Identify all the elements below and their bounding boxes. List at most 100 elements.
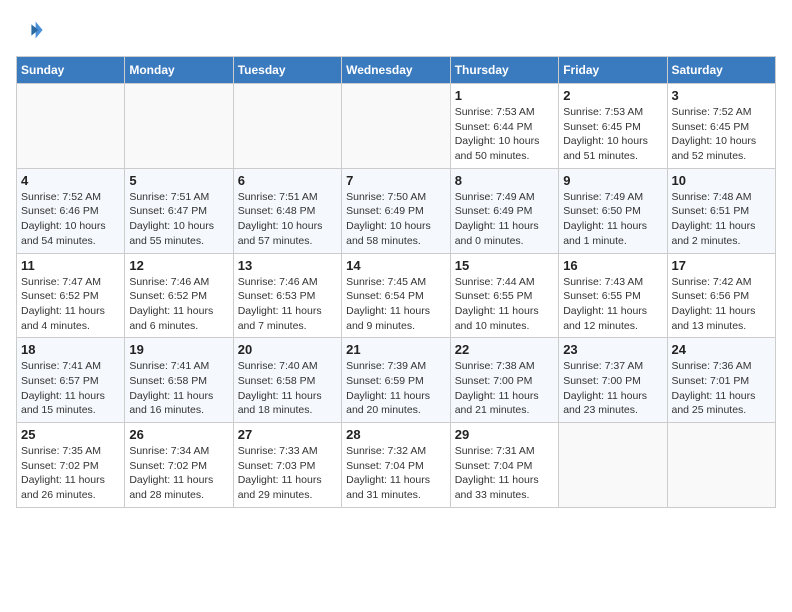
day-info: Sunrise: 7:49 AM Sunset: 6:49 PM Dayligh…	[455, 190, 554, 249]
calendar-week-row: 4 Sunrise: 7:52 AM Sunset: 6:46 PM Daylig…	[17, 168, 776, 253]
day-number: 3	[672, 88, 772, 103]
calendar-cell	[559, 423, 667, 508]
calendar-cell: 23 Sunrise: 7:37 AM Sunset: 7:00 PM Dayli…	[559, 338, 667, 423]
calendar-cell	[667, 423, 776, 508]
logo	[16, 16, 48, 44]
day-info: Sunrise: 7:49 AM Sunset: 6:50 PM Dayligh…	[563, 190, 662, 249]
day-info: Sunrise: 7:31 AM Sunset: 7:04 PM Dayligh…	[455, 444, 554, 503]
day-number: 5	[129, 173, 228, 188]
day-info: Sunrise: 7:36 AM Sunset: 7:01 PM Dayligh…	[672, 359, 772, 418]
calendar-cell: 24 Sunrise: 7:36 AM Sunset: 7:01 PM Dayli…	[667, 338, 776, 423]
calendar-cell: 26Sunrise: 7:34 AM Sunset: 7:02 PM Dayli…	[125, 423, 233, 508]
day-info: Sunrise: 7:52 AM Sunset: 6:46 PM Dayligh…	[21, 190, 120, 249]
calendar-cell: 3 Sunrise: 7:52 AM Sunset: 6:45 PM Daylig…	[667, 84, 776, 169]
weekday-header-wednesday: Wednesday	[342, 57, 451, 84]
calendar-cell: 21Sunrise: 7:39 AM Sunset: 6:59 PM Dayli…	[342, 338, 451, 423]
calendar-cell	[17, 84, 125, 169]
day-info: Sunrise: 7:53 AM Sunset: 6:45 PM Dayligh…	[563, 105, 662, 164]
day-number: 7	[346, 173, 446, 188]
calendar-week-row: 18 Sunrise: 7:41 AM Sunset: 6:57 PM Dayli…	[17, 338, 776, 423]
day-number: 4	[21, 173, 120, 188]
calendar-cell: 13Sunrise: 7:46 AM Sunset: 6:53 PM Dayli…	[233, 253, 341, 338]
calendar-week-row: 1 Sunrise: 7:53 AM Sunset: 6:44 PM Daylig…	[17, 84, 776, 169]
calendar-cell: 8 Sunrise: 7:49 AM Sunset: 6:49 PM Daylig…	[450, 168, 558, 253]
weekday-header-monday: Monday	[125, 57, 233, 84]
weekday-header-friday: Friday	[559, 57, 667, 84]
day-number: 27	[238, 427, 337, 442]
calendar-cell	[233, 84, 341, 169]
day-info: Sunrise: 7:53 AM Sunset: 6:44 PM Dayligh…	[455, 105, 554, 164]
day-number: 11	[21, 258, 120, 273]
weekday-header-tuesday: Tuesday	[233, 57, 341, 84]
day-number: 19	[129, 342, 228, 357]
day-number: 12	[129, 258, 228, 273]
calendar-cell: 2 Sunrise: 7:53 AM Sunset: 6:45 PM Daylig…	[559, 84, 667, 169]
day-info: Sunrise: 7:43 AM Sunset: 6:55 PM Dayligh…	[563, 275, 662, 334]
day-info: Sunrise: 7:33 AM Sunset: 7:03 PM Dayligh…	[238, 444, 337, 503]
calendar-cell: 28 Sunrise: 7:32 AM Sunset: 7:04 PM Dayli…	[342, 423, 451, 508]
day-info: Sunrise: 7:48 AM Sunset: 6:51 PM Dayligh…	[672, 190, 772, 249]
day-number: 28	[346, 427, 446, 442]
calendar-cell: 1 Sunrise: 7:53 AM Sunset: 6:44 PM Daylig…	[450, 84, 558, 169]
day-number: 9	[563, 173, 662, 188]
day-info: Sunrise: 7:46 AM Sunset: 6:52 PM Dayligh…	[129, 275, 228, 334]
calendar-cell: 7 Sunrise: 7:50 AM Sunset: 6:49 PM Daylig…	[342, 168, 451, 253]
day-info: Sunrise: 7:38 AM Sunset: 7:00 PM Dayligh…	[455, 359, 554, 418]
day-number: 6	[238, 173, 337, 188]
header	[16, 16, 776, 44]
calendar-cell	[342, 84, 451, 169]
day-number: 15	[455, 258, 554, 273]
calendar-cell: 12 Sunrise: 7:46 AM Sunset: 6:52 PM Dayli…	[125, 253, 233, 338]
day-info: Sunrise: 7:42 AM Sunset: 6:56 PM Dayligh…	[672, 275, 772, 334]
calendar-cell: 25 Sunrise: 7:35 AM Sunset: 7:02 PM Dayli…	[17, 423, 125, 508]
calendar-cell: 11 Sunrise: 7:47 AM Sunset: 6:52 PM Dayli…	[17, 253, 125, 338]
day-info: Sunrise: 7:44 AM Sunset: 6:55 PM Dayligh…	[455, 275, 554, 334]
day-info: Sunrise: 7:35 AM Sunset: 7:02 PM Dayligh…	[21, 444, 120, 503]
day-number: 25	[21, 427, 120, 442]
calendar-cell: 14 Sunrise: 7:45 AM Sunset: 6:54 PM Dayli…	[342, 253, 451, 338]
day-info: Sunrise: 7:45 AM Sunset: 6:54 PM Dayligh…	[346, 275, 446, 334]
day-info: Sunrise: 7:37 AM Sunset: 7:00 PM Dayligh…	[563, 359, 662, 418]
calendar-table: SundayMondayTuesdayWednesdayThursdayFrid…	[16, 56, 776, 508]
day-info: Sunrise: 7:39 AM Sunset: 6:59 PM Dayligh…	[346, 359, 446, 418]
calendar-cell: 4 Sunrise: 7:52 AM Sunset: 6:46 PM Daylig…	[17, 168, 125, 253]
day-number: 22	[455, 342, 554, 357]
day-number: 8	[455, 173, 554, 188]
day-number: 16	[563, 258, 662, 273]
calendar-cell: 29 Sunrise: 7:31 AM Sunset: 7:04 PM Dayli…	[450, 423, 558, 508]
calendar-cell: 5 Sunrise: 7:51 AM Sunset: 6:47 PM Daylig…	[125, 168, 233, 253]
weekday-header-sunday: Sunday	[17, 57, 125, 84]
day-number: 23	[563, 342, 662, 357]
calendar-cell: 16 Sunrise: 7:43 AM Sunset: 6:55 PM Dayli…	[559, 253, 667, 338]
calendar-cell: 17 Sunrise: 7:42 AM Sunset: 6:56 PM Dayli…	[667, 253, 776, 338]
calendar-cell: 19 Sunrise: 7:41 AM Sunset: 6:58 PM Dayli…	[125, 338, 233, 423]
day-number: 14	[346, 258, 446, 273]
calendar-cell: 22 Sunrise: 7:38 AM Sunset: 7:00 PM Dayli…	[450, 338, 558, 423]
day-info: Sunrise: 7:47 AM Sunset: 6:52 PM Dayligh…	[21, 275, 120, 334]
day-number: 20	[238, 342, 337, 357]
day-info: Sunrise: 7:51 AM Sunset: 6:48 PM Dayligh…	[238, 190, 337, 249]
day-info: Sunrise: 7:41 AM Sunset: 6:58 PM Dayligh…	[129, 359, 228, 418]
calendar-cell: 27 Sunrise: 7:33 AM Sunset: 7:03 PM Dayli…	[233, 423, 341, 508]
day-info: Sunrise: 7:32 AM Sunset: 7:04 PM Dayligh…	[346, 444, 446, 503]
day-info: Sunrise: 7:34 AM Sunset: 7:02 PM Dayligh…	[129, 444, 228, 503]
day-number: 17	[672, 258, 772, 273]
weekday-header-saturday: Saturday	[667, 57, 776, 84]
calendar-week-row: 25 Sunrise: 7:35 AM Sunset: 7:02 PM Dayli…	[17, 423, 776, 508]
day-number: 1	[455, 88, 554, 103]
day-number: 24	[672, 342, 772, 357]
calendar-week-row: 11 Sunrise: 7:47 AM Sunset: 6:52 PM Dayli…	[17, 253, 776, 338]
weekday-header-row: SundayMondayTuesdayWednesdayThursdayFrid…	[17, 57, 776, 84]
day-info: Sunrise: 7:41 AM Sunset: 6:57 PM Dayligh…	[21, 359, 120, 418]
day-info: Sunrise: 7:50 AM Sunset: 6:49 PM Dayligh…	[346, 190, 446, 249]
day-number: 29	[455, 427, 554, 442]
day-number: 10	[672, 173, 772, 188]
weekday-header-thursday: Thursday	[450, 57, 558, 84]
day-info: Sunrise: 7:51 AM Sunset: 6:47 PM Dayligh…	[129, 190, 228, 249]
day-info: Sunrise: 7:52 AM Sunset: 6:45 PM Dayligh…	[672, 105, 772, 164]
day-number: 18	[21, 342, 120, 357]
day-number: 2	[563, 88, 662, 103]
logo-icon	[16, 16, 44, 44]
day-number: 13	[238, 258, 337, 273]
calendar-cell: 6 Sunrise: 7:51 AM Sunset: 6:48 PM Daylig…	[233, 168, 341, 253]
